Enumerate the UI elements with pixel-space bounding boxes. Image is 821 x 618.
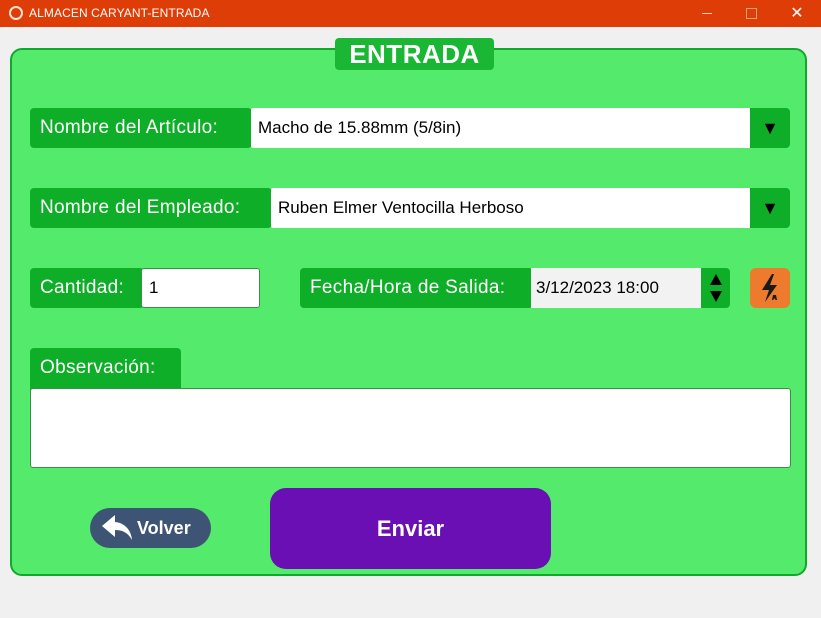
send-button-label: Enviar — [376, 516, 445, 541]
minimize-button[interactable] — [684, 0, 730, 27]
minimize-icon — [702, 13, 712, 14]
article-select[interactable]: Macho de 15.88mm (5/8in) — [251, 108, 751, 148]
title-bar[interactable]: ALMACEN CARYANT-ENTRADA ✕ — [0, 0, 821, 27]
observation-textarea[interactable] — [30, 388, 791, 468]
spin-down-icon[interactable] — [710, 291, 722, 302]
close-icon: ✕ — [790, 5, 804, 22]
maximize-button[interactable] — [728, 0, 774, 27]
form-title: ENTRADA — [335, 38, 494, 70]
employee-select[interactable]: Ruben Elmer Ventocilla Herboso — [271, 188, 751, 228]
back-arrow-icon — [102, 515, 132, 540]
observation-label: Observación: — [30, 348, 181, 390]
window-title: ALMACEN CARYANT-ENTRADA — [29, 6, 210, 20]
app-icon — [9, 6, 23, 20]
close-button[interactable]: ✕ — [774, 0, 820, 27]
auto-datetime-button[interactable] — [750, 268, 790, 308]
employee-dropdown-button[interactable]: ▼ — [750, 188, 790, 228]
chevron-down-icon: ▼ — [761, 198, 779, 218]
employee-label: Nombre del Empleado: — [30, 188, 272, 228]
quantity-input[interactable]: 1 — [141, 268, 260, 308]
quantity-label: Cantidad: — [30, 268, 144, 308]
back-button[interactable]: Volver — [90, 508, 211, 548]
maximize-icon — [746, 8, 757, 19]
lightning-icon — [762, 274, 777, 302]
article-dropdown-button[interactable]: ▼ — [750, 108, 790, 148]
send-button[interactable]: Enviar — [270, 488, 551, 569]
datetime-spinner[interactable] — [701, 268, 730, 308]
datetime-label: Fecha/Hora de Salida: — [300, 268, 533, 308]
back-button-label: Volver — [137, 518, 191, 538]
article-label: Nombre del Artículo: — [30, 108, 252, 148]
chevron-down-icon: ▼ — [761, 118, 779, 138]
spin-up-icon[interactable] — [710, 274, 722, 285]
datetime-input[interactable]: 3/12/2023 18:00 — [531, 268, 701, 308]
